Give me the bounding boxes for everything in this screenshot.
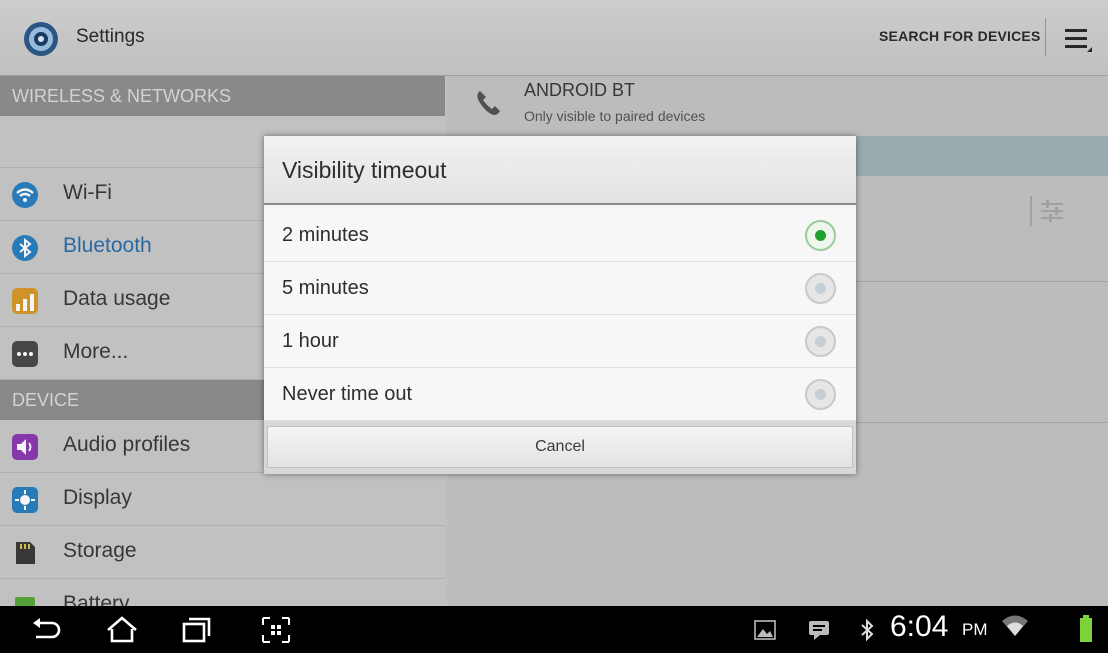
option-never-time-out[interactable]: Never time out — [264, 368, 856, 421]
radio-dot — [815, 336, 826, 347]
clock-ampm: PM — [962, 620, 988, 639]
option-label: 5 minutes — [282, 277, 369, 299]
radio-dot — [815, 389, 826, 400]
system-bar: 6:04 PM — [0, 606, 1108, 653]
option-1-hour[interactable]: 1 hour — [264, 315, 856, 368]
option-5-minutes[interactable]: 5 minutes — [264, 262, 856, 315]
option-2-minutes[interactable]: 2 minutes — [264, 209, 856, 262]
clock-time: 6:04 — [890, 610, 949, 643]
dialog-title: Visibility timeout — [264, 136, 856, 205]
home-icon[interactable] — [104, 615, 140, 645]
back-icon[interactable] — [30, 615, 64, 645]
screenshot-icon[interactable] — [260, 615, 292, 645]
message-notification-icon[interactable] — [806, 618, 832, 642]
cancel-button[interactable]: Cancel — [267, 426, 853, 468]
bluetooth-status-icon — [861, 618, 874, 642]
radio-button-checked[interactable] — [805, 220, 836, 251]
dialog-button-bar: Cancel — [264, 421, 856, 474]
radio-button[interactable] — [805, 326, 836, 357]
radio-button[interactable] — [805, 379, 836, 410]
battery-status-icon — [1080, 615, 1092, 642]
recent-apps-icon[interactable] — [180, 615, 212, 645]
radio-dot — [815, 283, 826, 294]
radio-dot — [815, 230, 826, 241]
visibility-timeout-dialog: Visibility timeout 2 minutes 5 minutes 1… — [264, 136, 856, 474]
radio-button[interactable] — [805, 273, 836, 304]
option-label: 2 minutes — [282, 224, 369, 246]
wifi-signal-icon — [1002, 615, 1028, 636]
option-label: 1 hour — [282, 330, 339, 352]
option-label: Never time out — [282, 383, 413, 405]
gallery-notification-icon[interactable] — [752, 618, 778, 642]
